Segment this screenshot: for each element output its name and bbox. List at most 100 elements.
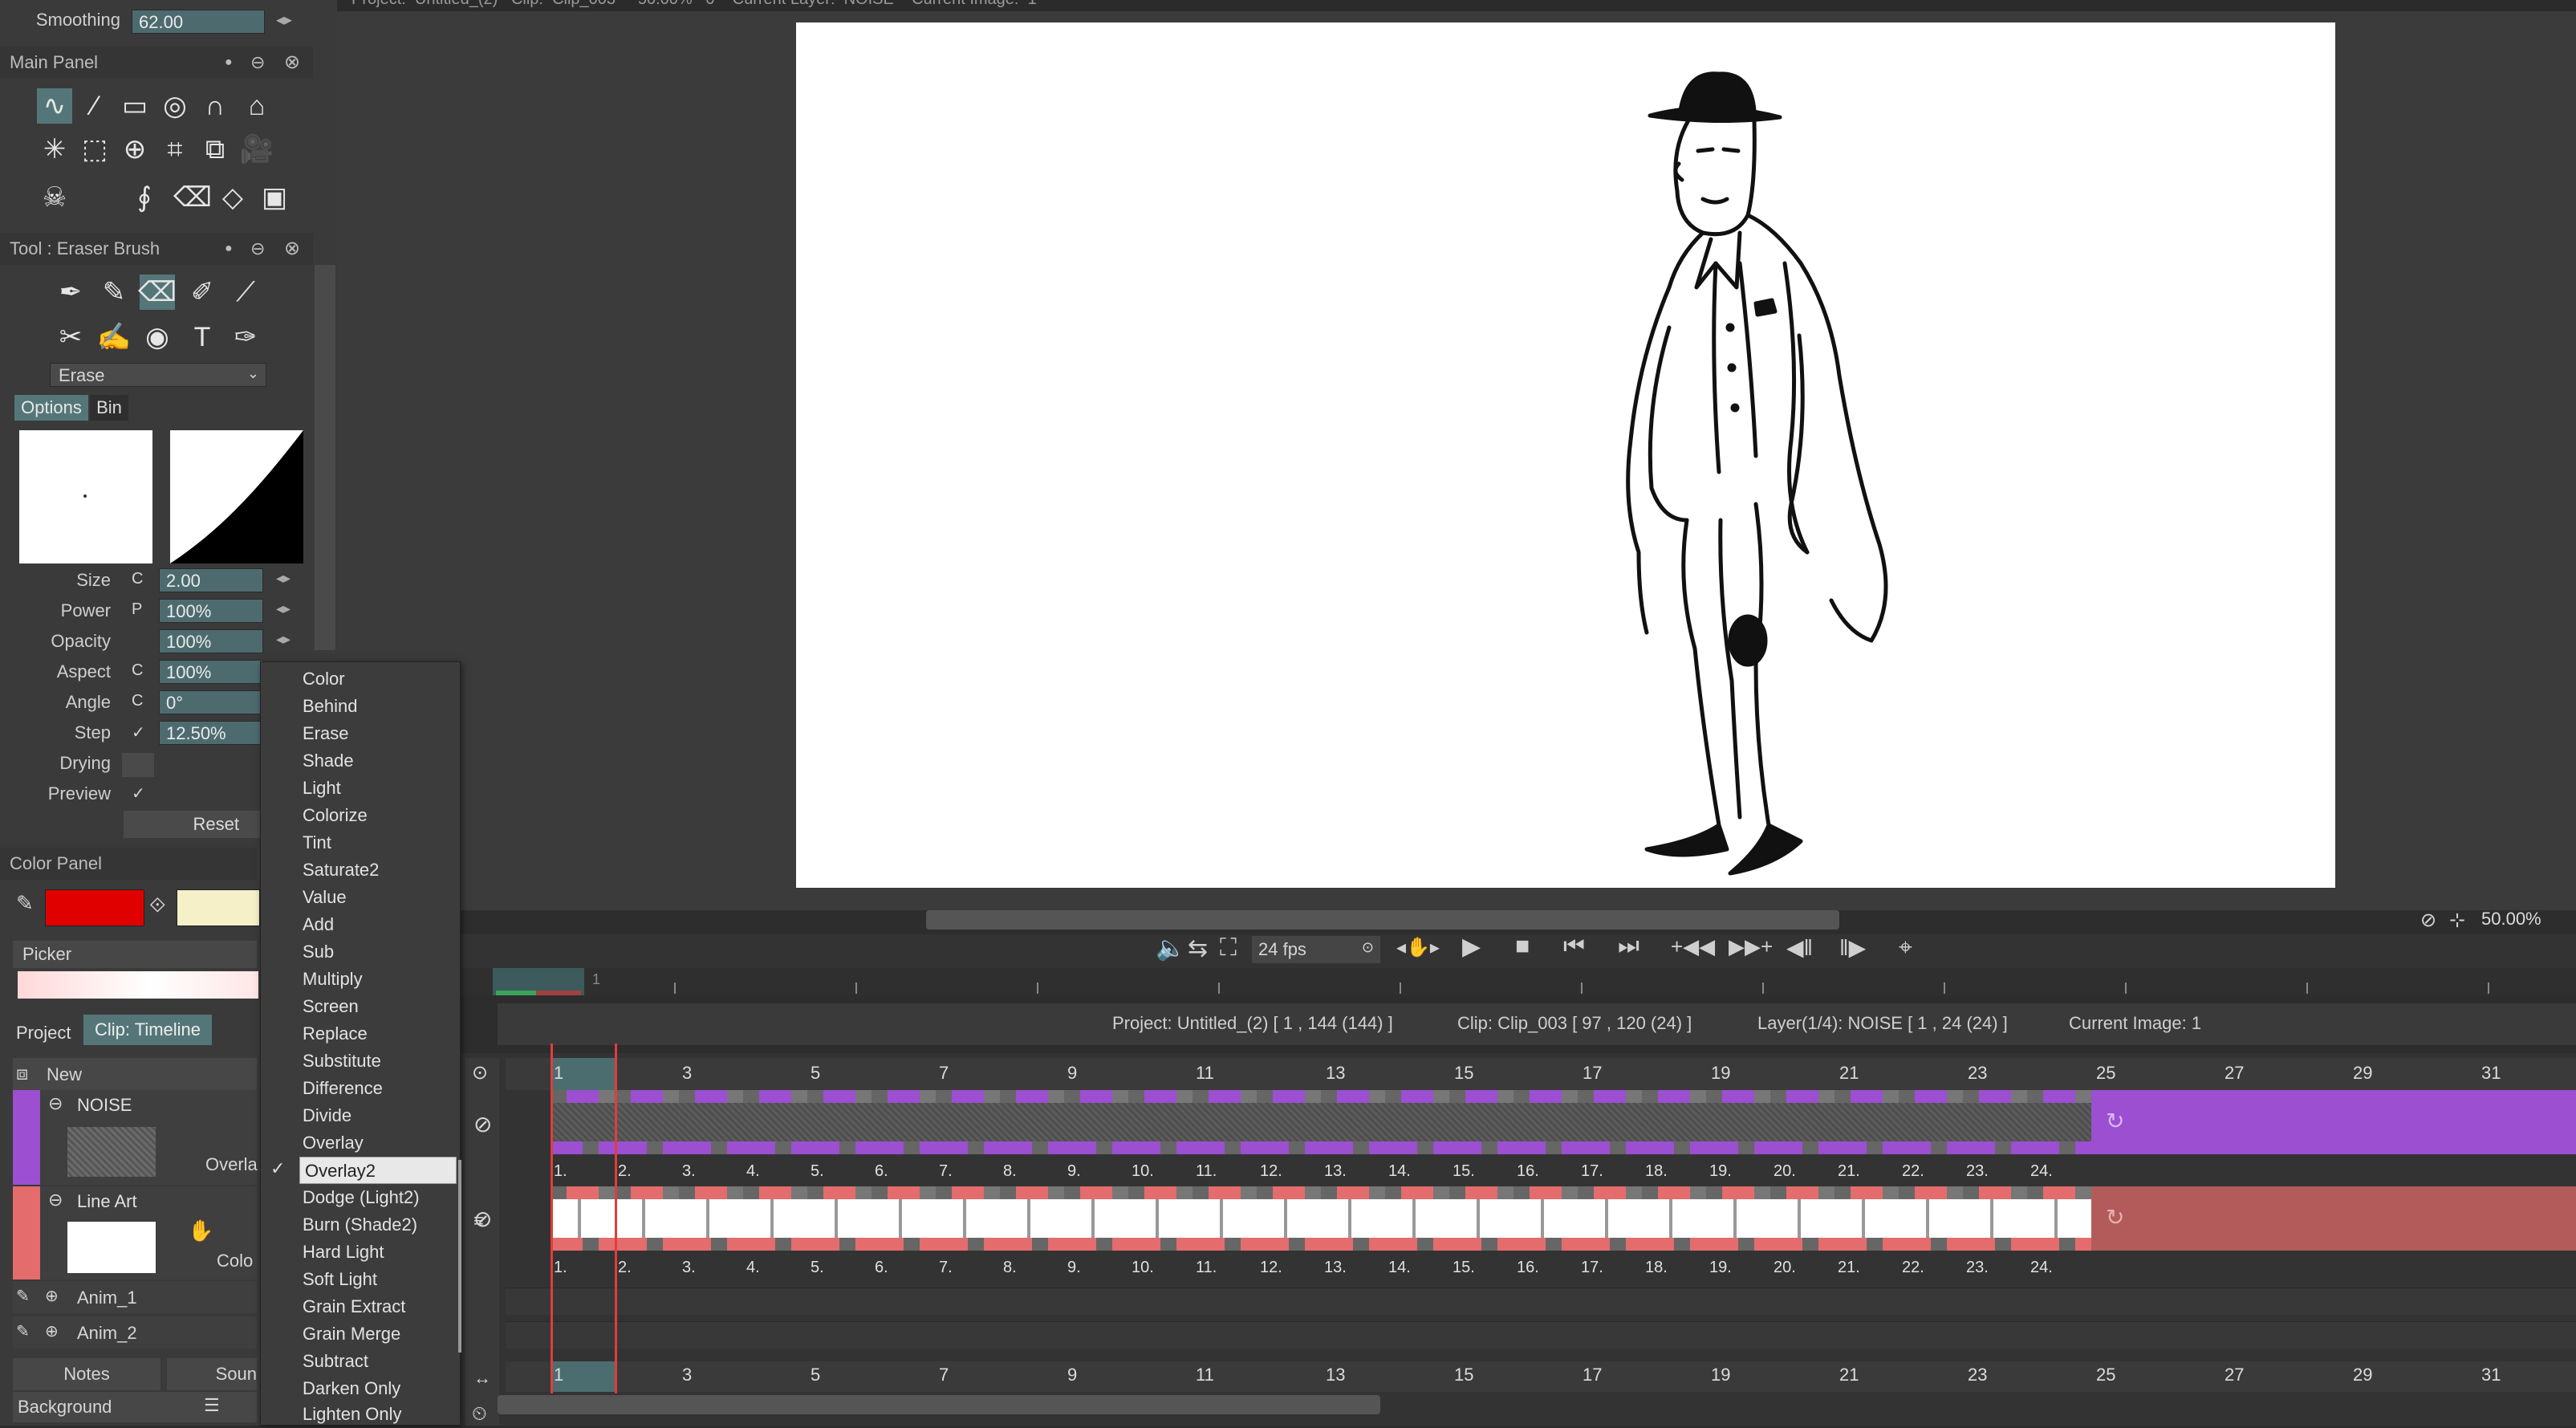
layer-tool-icon[interactable]: ⧉	[197, 132, 233, 167]
prev-key-icon[interactable]: +◀◀	[1671, 934, 1715, 959]
timeline-clock-icon[interactable]: ⏲	[472, 1403, 487, 1426]
picker-gradient[interactable]	[18, 971, 258, 999]
stamp-tool-icon[interactable]: ▣	[257, 180, 292, 215]
layer-row-anim-1[interactable]: ✎ ⊕ Anim_1	[13, 1281, 257, 1313]
param-input[interactable]: 100%	[159, 599, 263, 623]
eraser-preset-icon[interactable]: ⌫	[138, 275, 177, 310]
lineart-track-extension[interactable]: ↻	[2091, 1186, 2576, 1251]
param-flag[interactable]: C	[132, 661, 143, 680]
rectangle-tool-icon[interactable]: ▭	[117, 88, 152, 124]
timeline-h-scrollbar[interactable]	[498, 1395, 1380, 1414]
panel-pin-icon[interactable]: ●	[225, 47, 233, 79]
background-row[interactable]: Background ☰	[13, 1392, 257, 1422]
menu-item-grain-extract[interactable]: Grain Extract	[261, 1293, 457, 1320]
menu-item-hard-light[interactable]: Hard Light	[261, 1239, 457, 1266]
reset-button[interactable]: Reset	[124, 811, 263, 838]
hand-scrub-icon[interactable]: ◂✋▸	[1396, 936, 1440, 959]
menu-item-screen[interactable]: Screen	[261, 993, 457, 1020]
mini-timeline-ruler[interactable]: 1	[457, 968, 2576, 995]
play-icon[interactable]: ▶	[1462, 933, 1481, 961]
eraser-tool-icon[interactable]: ⌫	[173, 180, 212, 215]
foreground-color-swatch[interactable]	[45, 889, 144, 926]
menu-item-overlay[interactable]: Overlay	[261, 1129, 457, 1157]
param-flag[interactable]: C	[132, 692, 143, 710]
menu-item-replace[interactable]: Replace	[261, 1020, 457, 1048]
menu-item-dodge-light2[interactable]: Dodge (Light2)	[261, 1184, 457, 1211]
next-key-icon[interactable]: ▶▶+	[1729, 934, 1773, 959]
param-flag[interactable]: C	[132, 570, 143, 588]
ink-preset-icon[interactable]: ✍	[96, 319, 132, 355]
smudge-tool-icon[interactable]: ∮	[127, 180, 162, 215]
prev-frame-icon[interactable]: ◀‖	[1786, 934, 1813, 961]
param-input[interactable]: 0°	[159, 690, 263, 714]
viewer-fit-icon[interactable]: ⊘	[2420, 909, 2436, 932]
menu-item-darken-only[interactable]: Darken Only	[261, 1375, 457, 1402]
ruler-tool-icon[interactable]: ◇	[215, 180, 250, 215]
magic-wand-icon[interactable]: ✳	[37, 132, 72, 167]
background-color-swatch[interactable]	[177, 889, 260, 926]
param-stepper-icon[interactable]: ◂▸	[276, 570, 291, 587]
tab-clip-timeline[interactable]: Clip: Timeline	[83, 1015, 212, 1045]
menu-item-soft-light[interactable]: Soft Light	[261, 1266, 457, 1293]
anim-1-track[interactable]	[506, 1288, 2576, 1315]
water-preset-icon[interactable]: ◉	[140, 319, 175, 355]
menu-item-grain-merge[interactable]: Grain Merge	[261, 1320, 457, 1348]
param-flag[interactable]: ✓	[132, 783, 145, 804]
tool-panel-menu-icon[interactable]: ⊖	[250, 233, 265, 265]
line-tool-icon[interactable]: ⁄	[77, 88, 112, 124]
camera-tool-icon[interactable]: 🎥	[239, 132, 274, 167]
lineart-track[interactable]	[551, 1186, 2091, 1251]
noise-loop-icon[interactable]: ↻	[2106, 1108, 2124, 1134]
marker-icon[interactable]: ⌖	[1899, 934, 1912, 962]
param-input[interactable]: 2.00	[159, 568, 263, 592]
fps-select[interactable]: 24 fps ⊙	[1252, 936, 1380, 963]
panel-menu-icon[interactable]: ⊖	[250, 47, 265, 79]
menu-item-overlay2[interactable]: Overlay2	[299, 1157, 457, 1184]
next-frame-icon[interactable]: ‖▶	[1839, 934, 1866, 961]
ellipse-tool-icon[interactable]: ◎	[157, 88, 193, 124]
background-options-icon[interactable]: ☰	[204, 1395, 220, 1416]
tab-project[interactable]: Project	[16, 1019, 80, 1047]
menu-item-difference[interactable]: Difference	[261, 1075, 457, 1102]
pressure-curve-preview[interactable]	[170, 430, 303, 563]
skull-tool-icon[interactable]: ☠	[37, 180, 72, 215]
menu-item-burn-shade2[interactable]: Burn (Shade2)	[261, 1211, 457, 1239]
pencil-preset-icon[interactable]: ✎	[96, 275, 132, 310]
frame-fit-icon[interactable]: ⛶	[1220, 934, 1237, 962]
scissors-preset-icon[interactable]: ✂	[53, 319, 88, 355]
menu-item-shade[interactable]: Shade	[261, 747, 457, 775]
panel-close-icon[interactable]: ⊗	[284, 47, 300, 79]
special-preset-icon[interactable]: ✑	[228, 319, 263, 355]
freehand-tool-icon[interactable]: ∿	[37, 88, 72, 124]
menu-item-lighten-only[interactable]: Lighten Only	[261, 1401, 457, 1428]
selection-tool-icon[interactable]: ⬚	[77, 132, 112, 167]
layer-visibility-icon[interactable]: ⊖	[48, 1190, 63, 1210]
tab-options[interactable]: Options	[14, 395, 88, 421]
menu-item-color[interactable]: Color	[261, 665, 457, 693]
menu-item-value[interactable]: Value	[261, 884, 457, 911]
menu-item-subtract[interactable]: Subtract	[261, 1348, 457, 1375]
menu-item-add[interactable]: Add	[261, 911, 457, 938]
layer-row-anim-2[interactable]: ✎ ⊕ Anim_2	[13, 1316, 257, 1349]
menu-item-tint[interactable]: Tint	[261, 829, 457, 856]
viewer-h-scrollbar[interactable]	[926, 910, 1839, 930]
tool-panel-close-icon[interactable]: ⊗	[284, 233, 300, 265]
hand-icon[interactable]: ✋	[188, 1218, 213, 1243]
tab-bin[interactable]: Bin	[90, 395, 128, 421]
layer-visibility-icon[interactable]: ⊕	[45, 1321, 59, 1341]
menu-item-divide[interactable]: Divide	[261, 1102, 457, 1129]
anim-2-track[interactable]	[506, 1321, 2576, 1349]
menu-scrollbar[interactable]	[458, 1160, 461, 1353]
noise-track-extension[interactable]: ↻	[2091, 1090, 2576, 1154]
brush-preset-icon[interactable]: ⟋	[228, 275, 263, 310]
stop-icon[interactable]: ■	[1515, 933, 1530, 960]
menu-item-multiply[interactable]: Multiply	[261, 966, 457, 993]
pen-preset-icon[interactable]: ✒	[53, 275, 88, 310]
param-input[interactable]: 12.50%	[159, 721, 263, 745]
curve-tool-icon[interactable]: ∩	[197, 88, 233, 124]
menu-item-erase[interactable]: Erase	[261, 720, 457, 747]
swap-colors-icon[interactable]: ⟐	[149, 893, 166, 918]
transform-tool-icon[interactable]: ⊕	[117, 132, 152, 167]
drawing-canvas[interactable]	[796, 22, 2335, 888]
timeline-noise-no-icon[interactable]: ⊘	[473, 1111, 492, 1137]
